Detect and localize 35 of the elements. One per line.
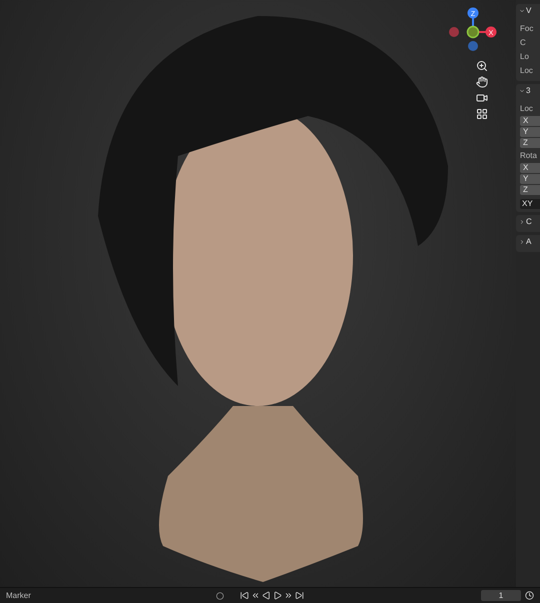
- previous-keyframe-icon[interactable]: [251, 591, 260, 600]
- property-label: Foc: [520, 23, 534, 35]
- grid-icon[interactable]: [476, 108, 488, 120]
- section-header[interactable]: A: [519, 235, 540, 249]
- clock-icon[interactable]: [525, 591, 534, 600]
- section-header[interactable]: V: [519, 4, 540, 18]
- property-label: Loc: [520, 65, 534, 77]
- hand-icon[interactable]: [476, 76, 488, 88]
- jump-end-icon[interactable]: [295, 591, 304, 600]
- dropdown-field[interactable]: XY: [520, 199, 540, 209]
- jump-start-icon[interactable]: [240, 591, 249, 600]
- number-field[interactable]: Z: [520, 185, 540, 195]
- number-field[interactable]: X: [520, 163, 540, 173]
- section-header[interactable]: C: [519, 215, 540, 229]
- zoom-icon[interactable]: [476, 60, 488, 72]
- number-field[interactable]: Y: [520, 127, 540, 137]
- chevron-down-icon: [519, 88, 525, 94]
- property-label: C: [520, 37, 527, 49]
- frame-field[interactable]: 1: [481, 590, 521, 601]
- section-header[interactable]: 3: [519, 84, 540, 98]
- number-field[interactable]: Z: [520, 138, 540, 148]
- play-reverse-icon[interactable]: [262, 591, 271, 600]
- property-label: Lo: [520, 51, 530, 63]
- property-label: Loc: [520, 103, 534, 115]
- camera-icon[interactable]: [476, 92, 488, 104]
- chevron-down-icon: [519, 8, 525, 14]
- chevron-right-icon: [519, 239, 525, 245]
- keyframe-icon[interactable]: [216, 592, 224, 600]
- number-field[interactable]: X: [520, 116, 540, 126]
- play-icon[interactable]: [273, 591, 282, 600]
- next-keyframe-icon[interactable]: [284, 591, 293, 600]
- chevron-right-icon: [519, 219, 525, 225]
- marker-menu[interactable]: Marker: [6, 590, 216, 602]
- number-field[interactable]: Y: [520, 174, 540, 184]
- property-label: Rota: [520, 150, 538, 162]
